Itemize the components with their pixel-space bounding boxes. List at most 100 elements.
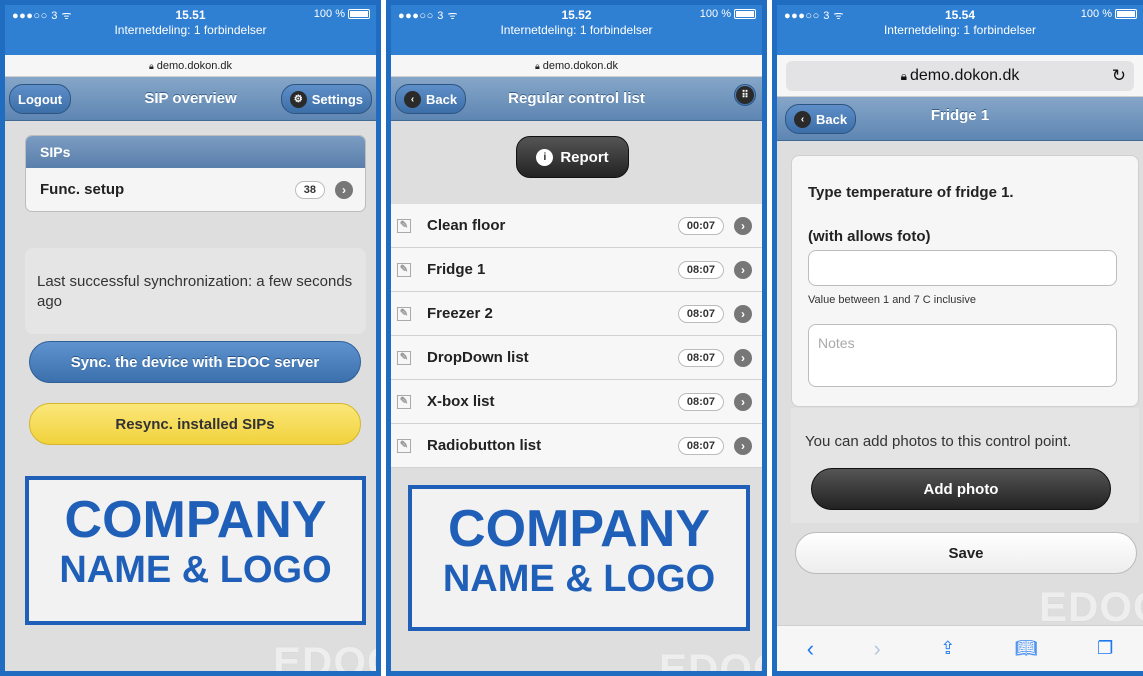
lock-icon: 🔒︎	[534, 61, 540, 71]
forward-nav-icon[interactable]: ›	[873, 636, 880, 662]
battery-indicator: 100 %	[1081, 8, 1137, 20]
item-label: Fridge 1	[427, 261, 486, 278]
share-icon[interactable]: ⇪	[940, 638, 955, 659]
edoc-watermark: EDOC	[273, 638, 376, 671]
photo-section: You can add photos to this control point…	[791, 408, 1139, 523]
phone-control-list: ●●●○○ 3 ᯤ 15.52 100 % Internetdeling: 1 …	[386, 0, 767, 676]
list-item[interactable]: ✎ Fridge 1 08:07 ›	[391, 248, 762, 292]
sips-header: SIPs	[26, 136, 365, 168]
item-label: X-box list	[427, 393, 495, 410]
tethering-banner[interactable]: Internetdeling: 1 forbindelser	[391, 23, 762, 37]
chevron-right-icon: ›	[734, 260, 752, 279]
item-label: DropDown list	[427, 349, 529, 366]
gear-icon: ⚙	[289, 90, 307, 108]
add-photo-button[interactable]: Add photo	[811, 468, 1111, 510]
grid-icon: ⠿	[736, 86, 754, 104]
photo-info-text: You can add photos to this control point…	[805, 433, 1072, 450]
battery-icon	[734, 9, 756, 19]
page-title: Regular control list	[508, 90, 645, 107]
sync-status-box: Last successful synchronization: a few s…	[25, 248, 366, 334]
chevron-right-icon: ›	[734, 216, 752, 235]
edit-icon: ✎	[397, 218, 411, 233]
chevron-right-icon: ›	[734, 304, 752, 323]
chevron-right-icon: ›	[335, 180, 353, 199]
lock-icon: 🔒︎	[148, 61, 154, 71]
status-bar: ●●●○○ 3 ᯤ 15.51 100 % Internetdeling: 1 …	[5, 5, 376, 55]
bookmarks-icon[interactable]: 📖︎	[1015, 638, 1038, 659]
report-button[interactable]: i Report	[516, 136, 629, 178]
item-label: Radiobutton list	[427, 437, 542, 454]
tethering-banner[interactable]: Internetdeling: 1 forbindelser	[5, 23, 376, 37]
settings-button[interactable]: ⚙ Settings	[280, 84, 372, 114]
url-text: demo.dokon.dk	[909, 67, 1020, 84]
url-text: demo.dokon.dk	[156, 60, 232, 72]
logo-line-1: COMPANY	[448, 500, 710, 558]
sync-status-text: Last successful synchronization: a few s…	[37, 273, 353, 310]
list-item[interactable]: ✎ Radiobutton list 08:07 ›	[391, 424, 762, 468]
phone-sip-overview: ●●●○○ 3 ᯤ 15.51 100 % Internetdeling: 1 …	[0, 0, 381, 676]
screen: ●●●○○ 3 ᯤ 15.51 100 % Internetdeling: 1 …	[5, 5, 376, 671]
question-subtext: (with allows foto)	[808, 228, 931, 245]
resync-button-label: Resync. installed SIPs	[115, 415, 275, 433]
report-label: Report	[560, 148, 609, 166]
resync-button[interactable]: Resync. installed SIPs	[29, 403, 361, 445]
sync-button[interactable]: Sync. the device with EDOC server	[29, 341, 361, 383]
tabs-icon[interactable]: ❐	[1097, 638, 1113, 659]
time-badge: 08:07	[677, 348, 724, 367]
reload-icon[interactable]: ↻	[1112, 61, 1126, 91]
time-badge: 08:07	[677, 436, 724, 455]
settings-label: Settings	[311, 91, 363, 107]
value-hint: Value between 1 and 7 C inclusive	[808, 294, 976, 306]
battery-icon	[1115, 9, 1137, 19]
list-item[interactable]: ✎ Freezer 2 08:07 ›	[391, 292, 762, 336]
item-label: Clean floor	[427, 217, 506, 234]
list-item[interactable]: ✎ DropDown list 08:07 ›	[391, 336, 762, 380]
info-icon: i	[536, 148, 554, 166]
edit-icon: ✎	[397, 394, 411, 409]
edit-icon: ✎	[397, 262, 411, 277]
add-photo-label: Add photo	[923, 480, 999, 498]
control-form: Type temperature of fridge 1. (with allo…	[791, 155, 1139, 407]
edit-icon: ✎	[397, 306, 411, 321]
back-nav-icon[interactable]: ‹	[807, 636, 814, 662]
url-text: demo.dokon.dk	[542, 60, 618, 72]
edoc-watermark: EDOC	[1039, 583, 1143, 630]
count-badge: 38	[294, 180, 325, 199]
notes-textarea[interactable]: Notes	[808, 324, 1117, 387]
battery-percent: 100 %	[1080, 8, 1112, 20]
url-field[interactable]: 🔒︎ demo.dokon.dk ↻	[786, 61, 1134, 91]
edit-icon: ✎	[397, 438, 411, 453]
sip-row-func-setup[interactable]: Func. setup 38 ›	[26, 168, 365, 211]
company-logo: COMPANY NAME & LOGO	[25, 476, 366, 625]
battery-percent: 100 %	[699, 8, 731, 20]
safari-url-area: 🔒︎ demo.dokon.dk ↻	[777, 55, 1143, 97]
list-item[interactable]: ✎ Clean floor 00:07 ›	[391, 204, 762, 248]
chevron-right-icon: ›	[734, 436, 752, 455]
sync-button-label: Sync. the device with EDOC server	[70, 353, 320, 371]
nav-header: ‹ Back Fridge 1	[777, 97, 1143, 141]
logo-line-2: NAME & LOGO	[59, 549, 332, 591]
temperature-input[interactable]	[808, 250, 1117, 286]
chevron-right-icon: ›	[734, 392, 752, 411]
page-title: Fridge 1	[930, 107, 990, 124]
save-button[interactable]: Save	[795, 532, 1137, 574]
url-bar[interactable]: 🔒︎ demo.dokon.dk	[5, 55, 376, 77]
sip-row-label: Func. setup	[40, 181, 125, 198]
url-bar[interactable]: 🔒︎ demo.dokon.dk	[391, 55, 762, 77]
screen: ●●●○○ 3 ᯤ 15.52 100 % Internetdeling: 1 …	[391, 5, 762, 671]
nav-header: Logout SIP overview ⚙ Settings	[5, 77, 376, 121]
battery-icon	[348, 9, 370, 19]
edit-icon: ✎	[397, 350, 411, 365]
nav-header: ‹ Back Regular control list ⠿	[391, 77, 762, 121]
time-badge: 08:07	[677, 392, 724, 411]
notes-placeholder: Notes	[818, 335, 855, 351]
battery-percent: 100 %	[313, 8, 345, 20]
grid-menu-button[interactable]: ⠿	[734, 84, 756, 106]
status-bar: ●●●○○ 3 ᯤ 15.52 100 % Internetdeling: 1 …	[391, 5, 762, 55]
screen: ●●●○○ 3 ᯤ 15.54 100 % Internetdeling: 1 …	[777, 5, 1143, 671]
question-text: Type temperature of fridge 1.	[808, 184, 1014, 201]
list-item[interactable]: ✎ X-box list 08:07 ›	[391, 380, 762, 424]
time-badge: 08:07	[677, 304, 724, 323]
save-label: Save	[948, 544, 984, 562]
tethering-banner[interactable]: Internetdeling: 1 forbindelser	[777, 23, 1143, 37]
